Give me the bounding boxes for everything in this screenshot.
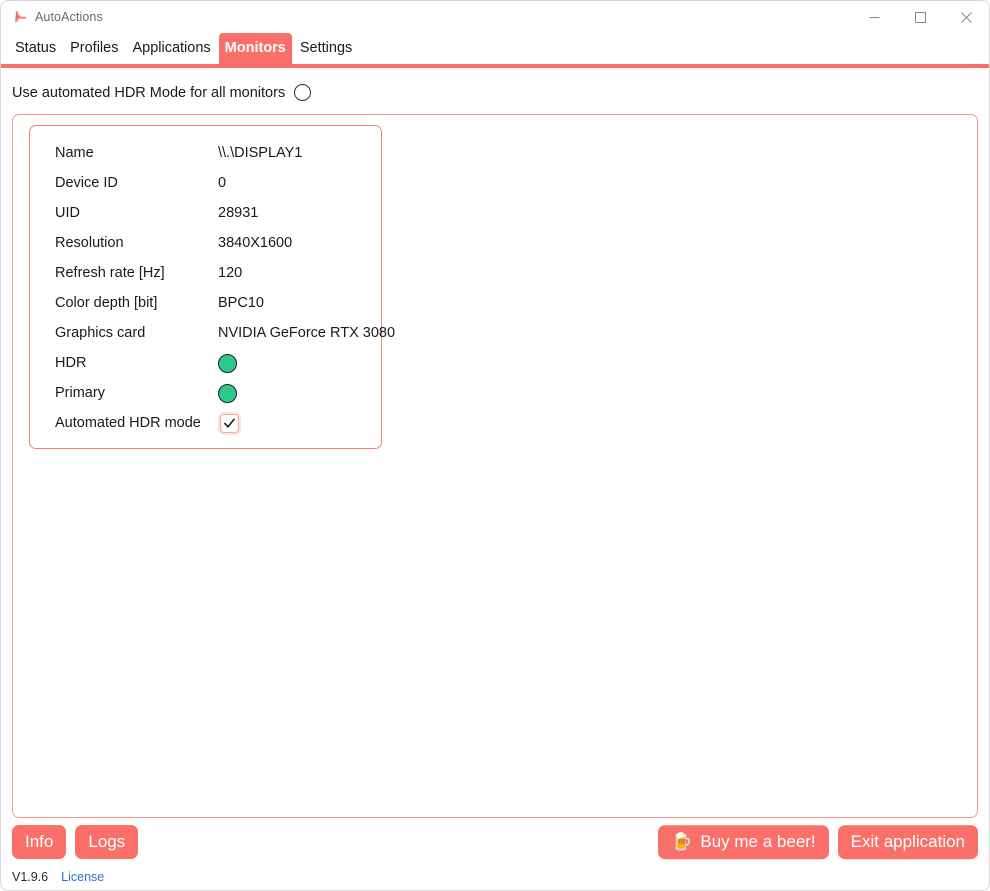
row-label: UID xyxy=(55,205,80,221)
tab-bar: Status Profiles Applications Monitors Se… xyxy=(1,33,989,64)
title-bar: AutoActions xyxy=(1,1,989,33)
automated-hdr-mode-checkbox[interactable] xyxy=(220,413,239,433)
logs-button[interactable]: Logs xyxy=(75,825,139,859)
maximize-icon[interactable] xyxy=(897,1,943,33)
row-label: Refresh rate [Hz] xyxy=(55,265,165,281)
status-dot-green-icon xyxy=(218,383,237,403)
status-bar: V1.9.6 License xyxy=(1,866,989,890)
row-label: Name xyxy=(55,145,94,161)
tab-settings[interactable]: Settings xyxy=(294,33,358,64)
beer-mug-icon: 🍺 xyxy=(671,832,693,852)
row-value: 28931 xyxy=(218,205,259,221)
monitor-row-automated-hdr-mode[interactable]: Automated HDR mode xyxy=(30,408,381,438)
version-label: V1.9.6 xyxy=(12,870,49,884)
pulse-spike-icon xyxy=(12,9,28,25)
row-value: BPC10 xyxy=(218,295,264,311)
row-label: Color depth [bit] xyxy=(55,295,158,311)
monitor-row-name: Name \\.\DISPLAY1 xyxy=(30,138,381,168)
global-hdr-toggle-label: Use automated HDR Mode for all monitors xyxy=(12,84,286,101)
info-button[interactable]: Info xyxy=(12,825,67,859)
monitor-row-device-id: Device ID 0 xyxy=(30,168,381,198)
monitor-row-refresh-rate: Refresh rate [Hz] 120 xyxy=(30,258,381,288)
row-value: 3840X1600 xyxy=(218,235,293,251)
tab-profiles[interactable]: Profiles xyxy=(64,33,124,64)
buy-me-a-beer-label: Buy me a beer! xyxy=(700,832,816,852)
bottom-bar: Info Logs 🍺 Buy me a beer! Exit applicat… xyxy=(1,818,989,866)
license-link[interactable]: License xyxy=(61,870,104,884)
row-label: Graphics card xyxy=(55,325,146,341)
row-value: 120 xyxy=(218,265,243,281)
window-controls xyxy=(851,1,989,33)
row-label: Resolution xyxy=(55,235,124,251)
app-window: AutoActions Status Profiles Applications… xyxy=(0,0,990,891)
monitor-row-color-depth: Color depth [bit] BPC10 xyxy=(30,288,381,318)
global-hdr-toggle-row[interactable]: Use automated HDR Mode for all monitors xyxy=(1,68,989,114)
row-label: Primary xyxy=(55,385,105,401)
row-label: HDR xyxy=(55,355,87,371)
monitor-row-graphics-card: Graphics card NVIDIA GeForce RTX 3080 xyxy=(30,318,395,348)
monitor-card: Name \\.\DISPLAY1 Device ID 0 UID 28931 … xyxy=(29,125,395,449)
close-icon[interactable] xyxy=(943,1,989,33)
tab-monitors[interactable]: Monitors xyxy=(218,33,292,64)
radio-circle-unchecked-icon[interactable] xyxy=(294,84,312,101)
app-title: AutoActions xyxy=(35,10,103,24)
bottom-bar-left-buttons: Info Logs xyxy=(12,825,139,859)
row-value: NVIDIA GeForce RTX 3080 xyxy=(218,325,396,341)
monitor-row-hdr: HDR xyxy=(30,348,381,378)
row-value: \\.\DISPLAY1 xyxy=(218,145,303,161)
buy-me-a-beer-button[interactable]: 🍺 Buy me a beer! xyxy=(658,825,829,859)
row-label: Automated HDR mode xyxy=(55,415,201,431)
monitor-row-resolution: Resolution 3840X1600 xyxy=(30,228,381,258)
minimize-icon[interactable] xyxy=(851,1,897,33)
tab-applications[interactable]: Applications xyxy=(126,33,216,64)
monitor-row-uid: UID 28931 xyxy=(30,198,381,228)
tab-status[interactable]: Status xyxy=(9,33,62,64)
monitor-row-primary: Primary xyxy=(30,378,381,408)
exit-application-button[interactable]: Exit application xyxy=(837,825,978,859)
monitors-panel: Name \\.\DISPLAY1 Device ID 0 UID 28931 … xyxy=(12,114,978,818)
bottom-bar-right-buttons: 🍺 Buy me a beer! Exit application xyxy=(658,825,978,859)
content-area: Use automated HDR Mode for all monitors … xyxy=(1,68,989,890)
row-label: Device ID xyxy=(55,175,118,191)
title-bar-left: AutoActions xyxy=(1,9,103,25)
row-value: 0 xyxy=(218,175,227,191)
status-dot-green-icon xyxy=(218,353,237,373)
